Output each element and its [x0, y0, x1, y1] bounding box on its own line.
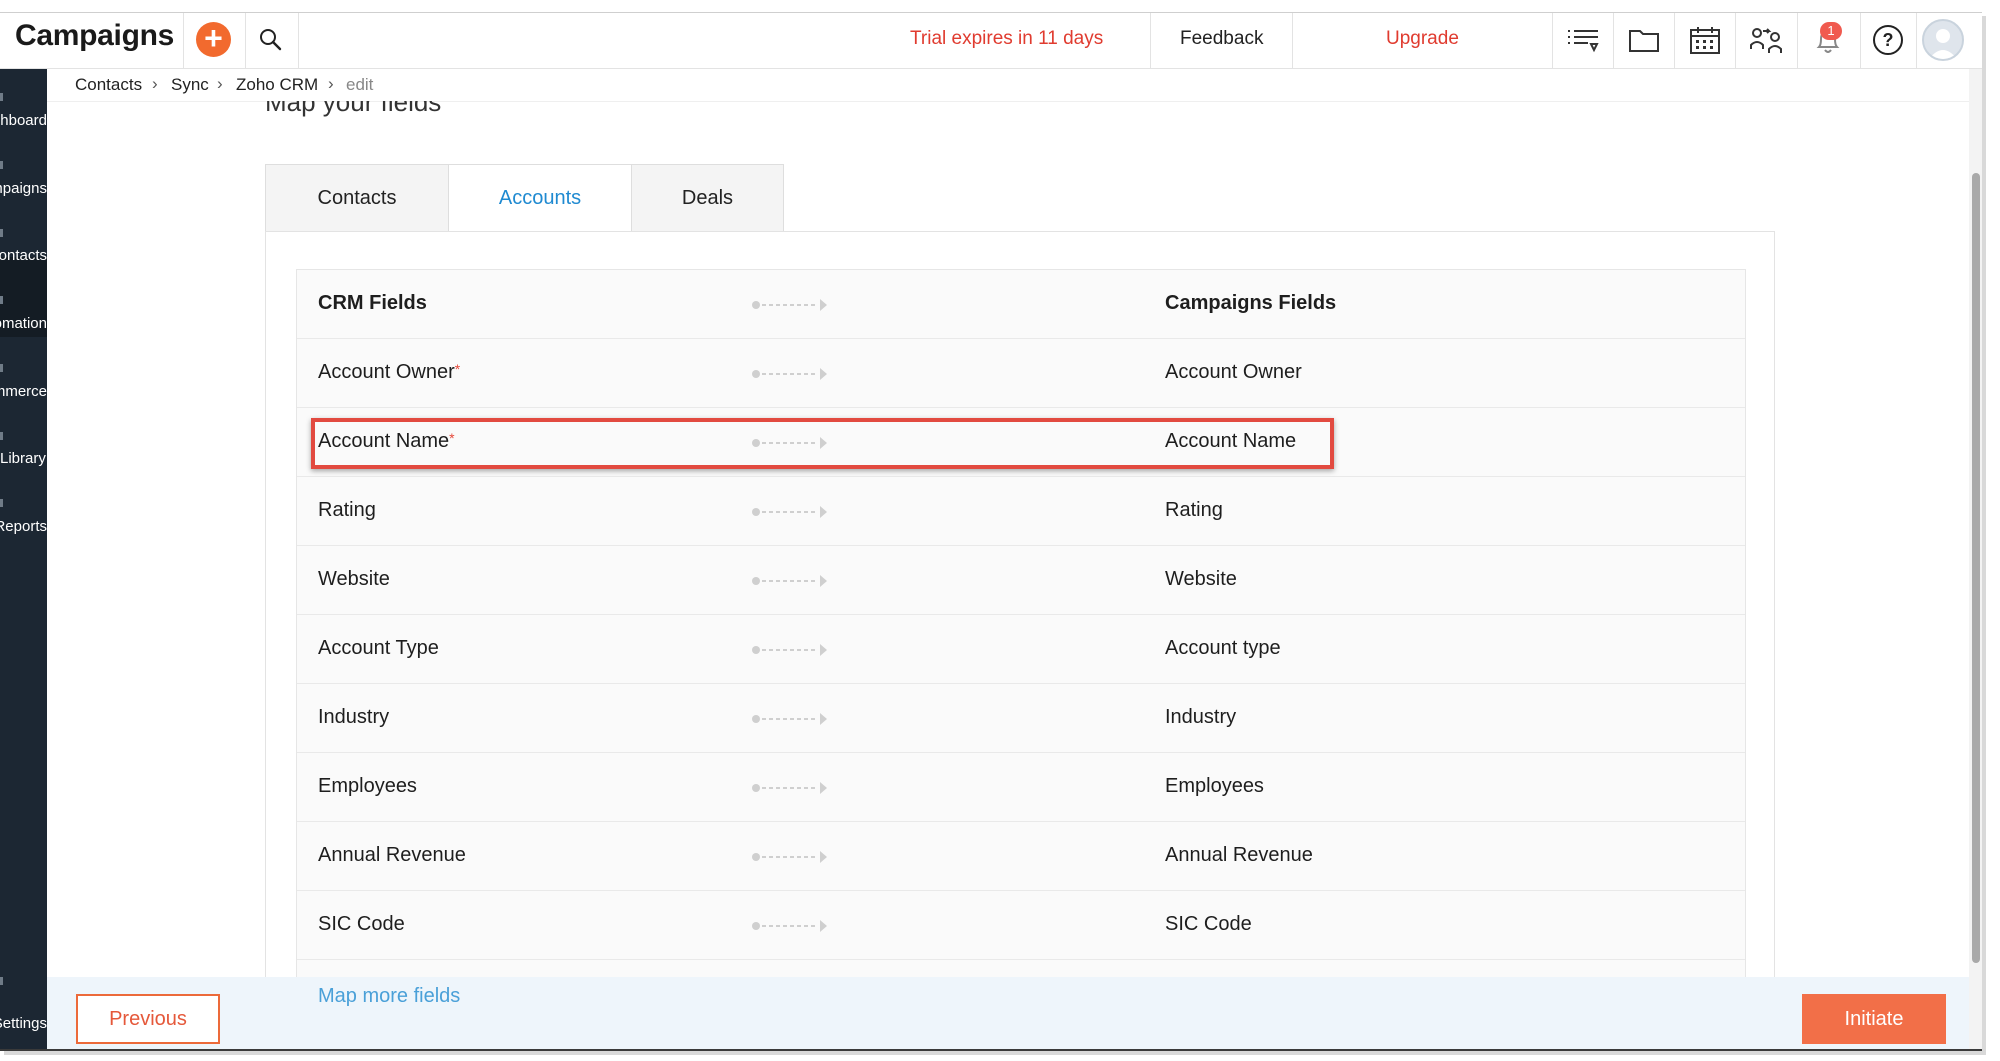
table-row: Account Owner* Account Owner [297, 339, 1745, 408]
chevron-right-icon: › [328, 74, 334, 93]
crm-field: Annual Revenue [318, 844, 466, 866]
crm-field: Account Owner* [318, 361, 461, 383]
campaigns-field[interactable]: Annual Revenue [1165, 844, 1313, 867]
sidebar-item-settings[interactable]: Settings [0, 1015, 47, 1032]
breadcrumb: Contacts › Sync › Zoho CRM › edit [47, 69, 1982, 102]
initiate-button[interactable]: Initiate [1802, 994, 1946, 1044]
breadcrumb-edit: edit [346, 75, 374, 94]
map-arrow-icon [752, 851, 827, 863]
sidebar-item-contacts[interactable]: Contacts [0, 247, 47, 264]
folder-icon[interactable] [1627, 25, 1661, 55]
feedback-button[interactable]: Feedback [1180, 28, 1263, 50]
table-header: CRM Fields Campaigns Fields [297, 270, 1745, 339]
map-arrow-icon [752, 920, 827, 932]
campaigns-field[interactable]: Account Owner [1165, 361, 1302, 384]
page-title: Map your fields [265, 101, 442, 117]
sidebar-item-automation[interactable]: Automation [0, 315, 47, 332]
sidebar-item-reports[interactable]: Reports [0, 518, 47, 535]
table-row: Rating Rating [297, 477, 1745, 546]
scrollbar-thumb[interactable] [1972, 173, 1980, 963]
help-icon[interactable]: ? [1871, 23, 1905, 57]
map-arrow-icon [752, 368, 827, 380]
campaigns-field[interactable]: Website [1165, 568, 1237, 591]
crm-field: Rating [318, 499, 376, 521]
list-filter-icon[interactable] [1566, 25, 1600, 55]
highlight-box [311, 418, 1334, 469]
table-row: Annual Revenue Annual Revenue [297, 822, 1745, 891]
plus-icon[interactable]: + [196, 22, 231, 57]
campaigns-field[interactable]: Employees [1165, 775, 1264, 798]
breadcrumb-contacts[interactable]: Contacts [75, 75, 142, 95]
crm-field: Employees [318, 775, 417, 797]
map-arrow-icon [752, 644, 827, 656]
crm-field: Industry [318, 706, 390, 728]
tab-contacts[interactable]: Contacts [265, 164, 449, 232]
sidebar-item-ecommerce[interactable]: E-commerce [0, 383, 47, 400]
avatar[interactable] [1922, 19, 1964, 61]
svg-text:?: ? [1883, 30, 1894, 50]
tab-deals[interactable]: Deals [631, 164, 784, 232]
table-row: SIC Code SIC Code [297, 891, 1745, 960]
campaigns-field[interactable]: Account type [1165, 637, 1281, 660]
previous-button[interactable]: Previous [76, 994, 220, 1044]
sidebar-item-campaigns[interactable]: Campaigns [0, 180, 47, 197]
campaigns-field[interactable]: Industry [1165, 706, 1236, 729]
calendar-icon[interactable] [1688, 25, 1722, 55]
map-arrow-icon [752, 299, 827, 311]
crm-field: SIC Code [318, 913, 405, 935]
map-arrow-icon [752, 782, 827, 794]
required-marker: * [454, 361, 461, 377]
breadcrumb-sync[interactable]: Sync [171, 75, 209, 95]
map-arrow-icon [752, 506, 827, 518]
table-row: Website Website [297, 546, 1745, 615]
tab-accounts[interactable]: Accounts [448, 164, 632, 232]
sidebar: Dashboard Campaigns Contacts Automation … [0, 69, 47, 1049]
chevron-right-icon: › [217, 74, 223, 93]
map-more-fields-link[interactable]: Map more fields [318, 985, 460, 1008]
app-window: Campaigns + Trial expires in 11 days Fee… [0, 12, 1982, 1051]
notification-badge: 1 [1820, 22, 1842, 40]
top-bar: Campaigns + Trial expires in 11 days Fee… [0, 13, 1982, 69]
crm-field: Account Type [318, 637, 439, 659]
sidebar-item-dashboard[interactable]: Dashboard [0, 112, 47, 129]
campaigns-field[interactable]: Rating [1165, 499, 1223, 522]
map-arrow-icon [752, 713, 827, 725]
table-row: Account Type Account type [297, 615, 1745, 684]
search-icon[interactable] [258, 27, 284, 53]
trial-expiry-link[interactable]: Trial expires in 11 days [910, 28, 1103, 50]
table-row: Industry Industry [297, 684, 1745, 753]
users-sync-icon[interactable] [1749, 25, 1783, 55]
campaigns-field[interactable]: SIC Code [1165, 913, 1252, 936]
crm-field: Website [318, 568, 390, 590]
upgrade-button[interactable]: Upgrade [1386, 28, 1459, 50]
table-row: Employees Employees [297, 753, 1745, 822]
sidebar-item-library[interactable]: Library [0, 450, 47, 467]
column-header-campaigns: Campaigns Fields [1165, 292, 1337, 314]
map-arrow-icon [752, 575, 827, 587]
column-header-crm: CRM Fields [318, 292, 427, 314]
app-title: Campaigns [15, 19, 175, 52]
breadcrumb-zoho-crm[interactable]: Zoho CRM [236, 75, 318, 95]
chevron-right-icon: › [152, 74, 158, 93]
